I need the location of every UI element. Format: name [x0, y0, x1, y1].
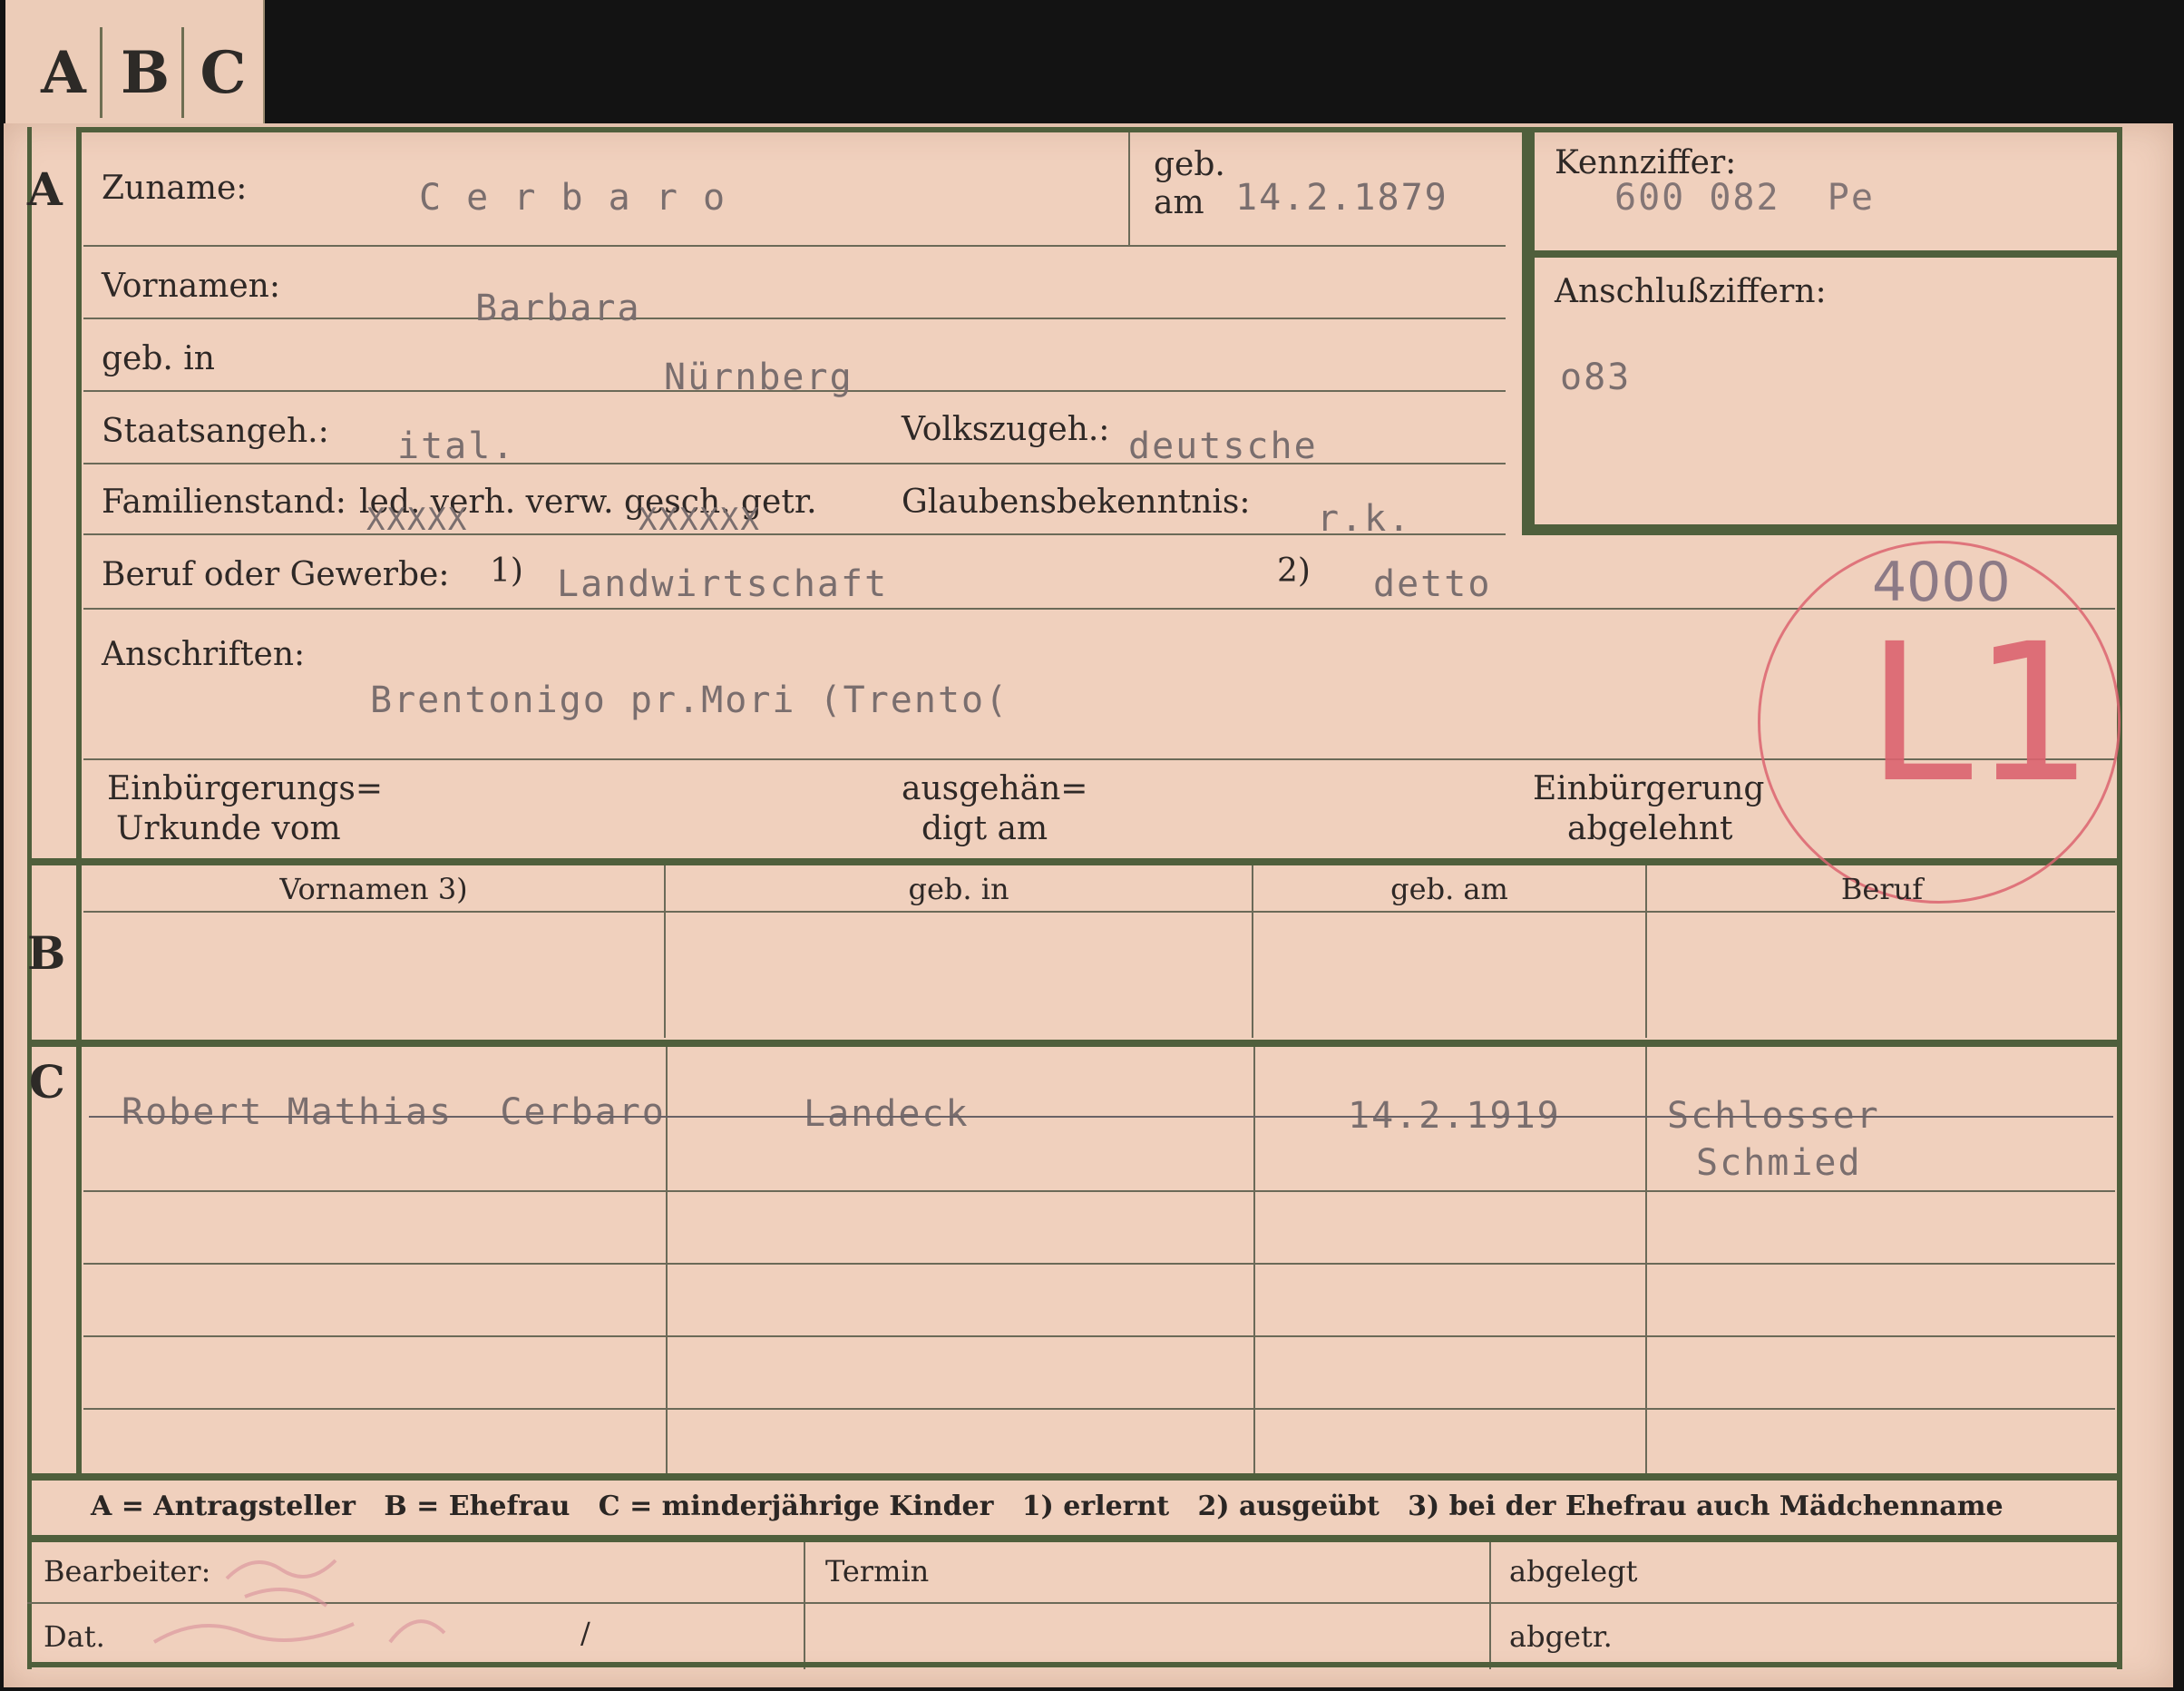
naturalization-rejected-label-2: abgelehnt — [1567, 810, 1733, 847]
id-label: Kennziffer: — [1555, 144, 1737, 181]
legend-text: A = Antragsteller B = Ehefrau C = minder… — [91, 1491, 2004, 1522]
index-tab: A B C — [5, 0, 265, 134]
section-a-letter: A — [27, 162, 63, 216]
attach-value: o83 — [1560, 357, 1632, 398]
profession-value-1: Landwirtschaft — [557, 563, 889, 605]
top-border — [76, 127, 2122, 132]
birth-label-geb: geb. — [1154, 146, 1225, 183]
rule — [83, 1335, 2115, 1337]
rule — [83, 533, 1506, 535]
child-birthplace: Landeck — [804, 1093, 970, 1135]
section-b-bottom — [27, 1040, 2122, 1047]
id-box-divider — [1522, 250, 2121, 258]
section-divider-line — [76, 127, 82, 1474]
child-profession-2: Schmied — [1696, 1142, 1862, 1184]
right-border — [2117, 127, 2122, 1669]
rule — [83, 318, 1506, 319]
child-name: Robert Mathias Cerbaro — [122, 1091, 666, 1133]
rule — [83, 1408, 2115, 1410]
profession-value-2: detto — [1373, 563, 1492, 605]
col-header-birthplace: geb. in — [908, 872, 1009, 906]
rule — [804, 1542, 805, 1669]
surname-value: C e r b a r o — [419, 177, 727, 219]
marital-strike-2: XXXXXX — [639, 502, 761, 538]
handed-label-1: ausgehän= — [902, 770, 1088, 807]
ethnicity-value: deutsche — [1128, 425, 1318, 467]
stamp-code: L1 — [1867, 602, 2094, 825]
date-slash: / — [580, 1616, 590, 1650]
tab-b: B — [109, 27, 184, 118]
attach-label: Anschlußziffern: — [1555, 273, 1827, 310]
deadline-label: Termin — [825, 1554, 930, 1588]
col-header-birthdate: geb. am — [1390, 872, 1508, 906]
date-label: Dat. — [44, 1619, 105, 1654]
religion-label: Glaubensbekenntnis: — [902, 484, 1251, 521]
rule — [83, 1263, 2115, 1265]
id-value: 600 082 Pe — [1614, 177, 1875, 219]
section-c-letter: C — [29, 1055, 65, 1109]
firstnames-value: Barbara — [475, 288, 641, 329]
sent-label: abgetr. — [1509, 1619, 1613, 1654]
strike-line — [89, 1116, 2113, 1118]
rule — [1489, 1542, 1491, 1669]
citizenship-label: Staatsangeh.: — [102, 413, 329, 450]
tab-a: A — [27, 27, 102, 118]
id-box-left — [1522, 127, 1535, 535]
section-a-bottom — [27, 858, 2122, 865]
col-header-profession: Beruf — [1840, 872, 1924, 906]
tab-c: C — [200, 38, 247, 107]
naturalization-doc-label-1: Einbürgerungs= — [107, 770, 384, 807]
stamp-number: 4000 — [1872, 551, 2011, 614]
profession-mark-2: 2) — [1277, 552, 1311, 590]
rule — [83, 1190, 2115, 1192]
id-box-bottom — [1522, 524, 2121, 535]
birthplace-value: Nürnberg — [664, 357, 853, 398]
ethnicity-label: Volkszugeh.: — [902, 411, 1110, 448]
address-label: Anschriften: — [102, 636, 306, 673]
section-b-letter: B — [27, 926, 66, 980]
rule — [1128, 132, 1130, 245]
birth-label-am: am — [1154, 184, 1204, 221]
col-header-firstnames: Vornamen 3) — [279, 872, 468, 906]
surname-label: Zuname: — [102, 170, 248, 207]
citizenship-value: ital. — [397, 425, 516, 467]
address-value: Brentonigo pr.Mori (Trento( — [370, 679, 1009, 721]
naturalization-rejected-label-1: Einbürgerung — [1533, 770, 1765, 807]
bottom-border — [27, 1662, 2122, 1667]
marital-label: Familienstand: — [102, 484, 346, 521]
signature-scribble — [152, 1559, 446, 1644]
marital-strike-1: XXXXX — [366, 502, 469, 538]
section-c-bottom — [27, 1473, 2122, 1481]
filed-label: abgelegt — [1509, 1554, 1638, 1588]
birth-date-value: 14.2.1879 — [1235, 177, 1448, 219]
firstnames-label: Vornamen: — [102, 268, 280, 305]
left-border — [27, 127, 32, 1669]
rule — [83, 245, 1506, 247]
naturalization-doc-label-2: Urkunde vom — [116, 810, 341, 847]
religion-value: r.k. — [1317, 498, 1412, 540]
handed-label-2: digt am — [921, 810, 1048, 847]
birthplace-label: geb. in — [102, 340, 215, 377]
rule — [83, 911, 2115, 913]
legend-bottom — [27, 1535, 2122, 1542]
profession-label: Beruf oder Gewerbe: — [102, 556, 450, 593]
profession-mark-1: 1) — [490, 552, 523, 590]
